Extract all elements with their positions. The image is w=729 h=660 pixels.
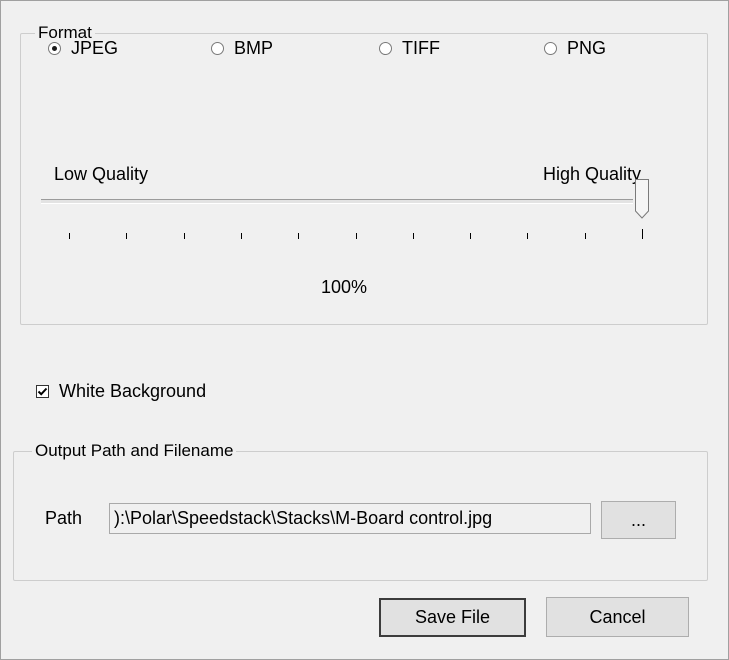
quality-value: 100% <box>321 277 368 297</box>
slider-tick <box>642 229 643 239</box>
high-quality-label: High Quality <box>543 164 642 184</box>
radio-tiff-label: TIFF <box>402 37 440 58</box>
low-quality-label: Low Quality <box>54 164 149 184</box>
radio-bmp[interactable]: BMP <box>211 37 273 59</box>
quality-slider-thumb[interactable] <box>635 179 649 219</box>
radio-tiff[interactable]: TIFF <box>379 37 440 59</box>
radio-png[interactable]: PNG <box>544 37 606 59</box>
checkmark-icon <box>37 387 48 396</box>
radio-unchecked-icon[interactable] <box>379 41 392 55</box>
radio-png-label: PNG <box>567 37 607 58</box>
cancel-button[interactable]: Cancel <box>546 597 689 637</box>
path-label: Path <box>45 508 83 528</box>
quality-slider-track[interactable] <box>41 199 633 204</box>
white-background-checkbox[interactable]: White Background <box>36 381 206 402</box>
slider-tick <box>584 233 586 239</box>
path-input[interactable]: ):\Polar\Speedstack\Stacks\M-Board contr… <box>109 503 591 534</box>
slider-tick <box>527 233 529 239</box>
slider-tick <box>355 233 357 239</box>
radio-jpeg[interactable]: JPEG <box>48 37 118 59</box>
slider-tick <box>470 233 472 239</box>
slider-tick <box>412 233 414 239</box>
radio-unchecked-icon[interactable] <box>211 41 224 55</box>
save-file-button[interactable]: Save File <box>379 598 526 637</box>
slider-tick <box>126 233 128 239</box>
slider-tick <box>240 233 242 239</box>
browse-button[interactable]: ... <box>601 501 676 539</box>
slider-tick <box>183 233 185 239</box>
output-legend: Output Path and Filename <box>32 440 237 462</box>
radio-jpeg-label: JPEG <box>71 37 119 58</box>
white-background-label: White Background <box>59 381 207 401</box>
export-dialog: Format JPEG BMP TIFF PNG Low Quality Hig… <box>0 0 729 660</box>
radio-checked-icon[interactable] <box>48 41 61 55</box>
slider-tick <box>69 233 70 239</box>
checkbox-box[interactable] <box>36 385 49 398</box>
radio-unchecked-icon[interactable] <box>544 41 557 55</box>
slider-tick <box>298 233 300 239</box>
radio-bmp-label: BMP <box>234 37 274 58</box>
